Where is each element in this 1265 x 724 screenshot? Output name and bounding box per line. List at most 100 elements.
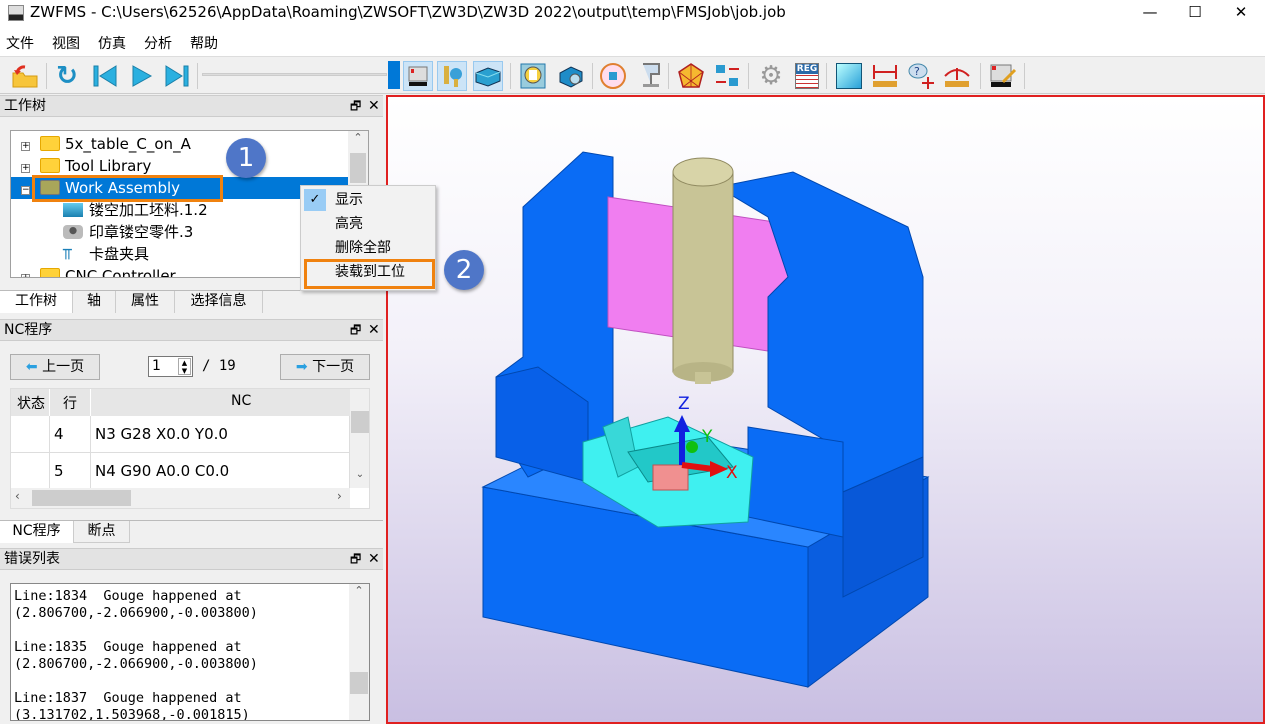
menu-item-show[interactable]: 显示 [301, 189, 435, 212]
page-number-value: 1 [152, 358, 161, 374]
tree-item-tool-library[interactable]: + Tool Library [21, 155, 151, 177]
table-row[interactable]: 4 N3 G28 X0.0 Y0.0 [11, 416, 350, 453]
tab-nc-program[interactable]: NC程序 [0, 521, 74, 543]
fixture-icon[interactable] [636, 61, 666, 91]
swap-icon[interactable] [712, 61, 742, 91]
simulation-slider-track[interactable] [202, 73, 387, 76]
tree-item-fixture[interactable]: ⫪ 卡盘夹具 [63, 243, 149, 265]
tree-item-machine[interactable]: +5x_table_C_on_A [21, 133, 191, 155]
polyhedron-icon[interactable] [676, 61, 706, 91]
row-nc: N4 G90 A0.0 C0.0 [91, 453, 350, 490]
tab-properties[interactable]: 属性 [116, 291, 175, 313]
close-panel-icon[interactable]: ✕ [368, 96, 380, 116]
tree-item-label: 卡盘夹具 [89, 245, 150, 263]
page-number-spinbox[interactable]: 1 ▲ ▼ [148, 356, 193, 377]
menu-item-delete-all[interactable]: 删除全部 [301, 237, 435, 260]
error-list-panel-header: 错误列表 🗗 ✕ [0, 548, 383, 570]
tree-item-label: CNC Controller [65, 267, 176, 278]
stock-icon [63, 203, 83, 217]
arrow-right-icon: ➡ [295, 359, 308, 375]
col-line[interactable]: 行 [63, 393, 77, 413]
menu-analyze[interactable]: 分析 [144, 33, 172, 53]
float-icon[interactable]: 🗗 [350, 549, 361, 569]
tree-item-stock[interactable]: 镂空加工坯料.1.2 [63, 199, 208, 221]
tab-axis[interactable]: 轴 [73, 291, 116, 313]
close-panel-icon[interactable]: ✕ [368, 320, 380, 340]
maximize-button[interactable]: ☐ [1172, 0, 1218, 26]
step-back-icon[interactable] [90, 61, 120, 91]
row-status [11, 416, 50, 453]
svg-text:?: ? [914, 65, 920, 78]
menu-item-highlight[interactable]: 高亮 [301, 213, 435, 236]
col-nc[interactable]: NC [231, 393, 251, 409]
nc-horizontal-scrollbar[interactable]: ‹ › [11, 488, 350, 508]
measure-distance-icon[interactable] [870, 61, 900, 91]
rewind-icon[interactable]: ↻ [52, 61, 82, 91]
solid-view-icon[interactable] [834, 61, 864, 91]
tab-work-tree[interactable]: 工作树 [0, 291, 73, 313]
window-title: ZWFMS - C:\Users\62526\AppData\Roaming\Z… [30, 3, 786, 21]
machine-view-icon[interactable] [403, 61, 433, 91]
register-icon[interactable]: REG [792, 61, 822, 91]
error-entry[interactable]: Line:1835 Gouge happened at (2.806700,-2… [14, 639, 258, 673]
menu-simulate[interactable]: 仿真 [98, 33, 126, 53]
y-axis-label: Y [702, 427, 713, 447]
measure-arc-icon[interactable] [942, 61, 972, 91]
part-icon [63, 225, 83, 239]
settings-icon[interactable]: ⚙ [756, 61, 786, 91]
tree-item-cnc-controller[interactable]: + CNC Controller [21, 265, 176, 278]
inspect-icon[interactable] [556, 61, 586, 91]
work-tree-tabs: 工作树 轴 属性 选择信息 [0, 290, 383, 313]
next-page-label: 下一页 [312, 359, 355, 375]
menu-bar: 文件 视图 仿真 分析 帮助 [0, 28, 1265, 56]
prev-page-button[interactable]: ⬅ 上一页 [10, 354, 100, 380]
nc-table-header: 状态 行 NC [11, 389, 350, 416]
error-list: Line:1834 Gouge happened at (2.806700,-2… [10, 583, 370, 721]
menu-file[interactable]: 文件 [6, 33, 34, 53]
next-page-button[interactable]: ➡ 下一页 [280, 354, 370, 380]
float-icon[interactable]: 🗗 [350, 96, 361, 116]
report-icon[interactable] [518, 61, 548, 91]
simulation-slider-handle[interactable] [388, 61, 400, 89]
highlight-box-load-to-station [304, 259, 435, 289]
nc-tabs: NC程序 断点 [0, 520, 383, 543]
tree-item-label: 印章镂空零件.3 [89, 223, 194, 241]
play-icon[interactable] [126, 61, 156, 91]
tree-item-label: 镂空加工坯料.1.2 [89, 201, 208, 219]
menu-help[interactable]: 帮助 [190, 33, 218, 53]
page-total: / 19 [202, 358, 236, 374]
tab-breakpoints[interactable]: 断点 [74, 521, 130, 543]
nc-table: 状态 行 NC 4 N3 G28 X0.0 Y0.0 5 N4 G90 A0.0… [10, 388, 370, 509]
menu-view[interactable]: 视图 [52, 33, 80, 53]
open-folder-icon[interactable] [10, 61, 40, 91]
step-forward-icon[interactable] [162, 61, 192, 91]
prev-page-label: 上一页 [42, 359, 85, 375]
tree-item-part[interactable]: 印章镂空零件.3 [63, 221, 193, 243]
callout-2: 2 [444, 250, 484, 290]
work-tree-title: 工作树 [4, 98, 46, 114]
spin-arrows-icon[interactable]: ▲ ▼ [178, 358, 191, 375]
query-icon[interactable]: ? [906, 61, 936, 91]
error-scrollbar[interactable]: ⌃ [349, 584, 369, 720]
callout-1: 1 [226, 138, 266, 178]
minimize-button[interactable]: — [1127, 0, 1173, 26]
row-nc: N3 G28 X0.0 Y0.0 [91, 416, 350, 453]
error-entry[interactable]: Line:1837 Gouge happened at (3.131702,1.… [14, 690, 250, 720]
error-entry[interactable]: Line:1834 Gouge happened at (2.806700,-2… [14, 588, 258, 622]
col-status[interactable]: 状态 [17, 393, 45, 413]
row-line: 5 [50, 453, 91, 490]
close-button[interactable]: ✕ [1218, 0, 1264, 26]
tool-view-icon[interactable] [437, 61, 467, 91]
close-panel-icon[interactable]: ✕ [368, 549, 380, 569]
stock-view-icon[interactable] [473, 61, 503, 91]
workpiece-icon[interactable] [598, 61, 628, 91]
folder-icon [40, 158, 60, 173]
3d-viewport[interactable]: Z Y X [386, 95, 1265, 724]
arrow-left-icon: ⬅ [25, 359, 38, 375]
fixture-icon: ⫪ [63, 245, 72, 263]
machine-setup-icon[interactable] [988, 61, 1018, 91]
nc-vertical-scrollbar[interactable]: ⌄ [350, 389, 369, 488]
float-icon[interactable]: 🗗 [350, 320, 361, 340]
tab-selection-info[interactable]: 选择信息 [175, 291, 263, 313]
table-row[interactable]: 5 N4 G90 A0.0 C0.0 [11, 453, 350, 490]
